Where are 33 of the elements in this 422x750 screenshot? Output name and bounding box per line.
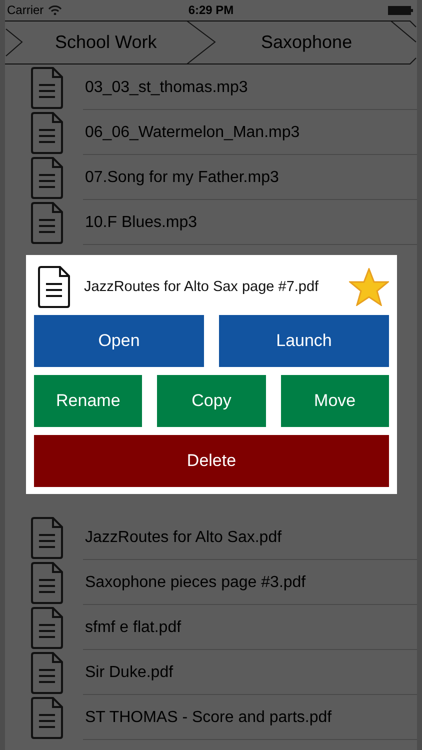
document-icon: [31, 112, 63, 154]
file-name[interactable]: 06_06_Watermelon_Man.mp3: [85, 124, 300, 142]
battery-icon: [388, 6, 413, 14]
file-name[interactable]: 03_03_st_thomas.mp3: [85, 78, 248, 96]
document-icon: [31, 156, 63, 198]
document-icon: [38, 266, 70, 308]
document-icon: [31, 606, 63, 648]
document-icon: [31, 66, 63, 108]
action-button[interactable]: Delete: [34, 435, 389, 487]
action-button[interactable]: Launch: [219, 315, 389, 367]
action-button[interactable]: Copy: [157, 375, 266, 427]
file-name[interactable]: Sir Duke.pdf: [85, 664, 174, 682]
clock-time: 6:29 PM: [188, 3, 234, 17]
document-icon: [31, 652, 63, 694]
breadcrumb-item[interactable]: School Work: [55, 20, 205, 65]
action-button[interactable]: Open: [34, 315, 204, 367]
carrier-label: Carrier: [7, 3, 44, 17]
file-name[interactable]: JazzRoutes for Alto Sax.pdf: [85, 528, 282, 546]
file-name[interactable]: ST THOMAS - Score and parts.pdf: [85, 708, 332, 726]
file-name[interactable]: 07.Song for my Father.mp3: [85, 168, 279, 186]
file-name[interactable]: 10.F Blues.mp3: [85, 214, 198, 232]
file-title: JazzRoutes for Alto Sax page #7.pdf: [84, 279, 319, 295]
breadcrumb-item[interactable]: Saxophone: [261, 20, 352, 65]
wifi-icon: [48, 5, 62, 15]
document-icon: [31, 562, 63, 604]
document-icon: [31, 696, 63, 738]
file-name[interactable]: sfmf e flat.pdf: [85, 618, 182, 636]
action-button[interactable]: Move: [280, 375, 389, 427]
file-name[interactable]: Saxophone pieces page #3.pdf: [85, 574, 306, 592]
document-icon: [31, 516, 63, 558]
action-button[interactable]: Rename: [34, 375, 142, 427]
star-icon[interactable]: [349, 268, 389, 306]
document-icon: [31, 202, 63, 244]
